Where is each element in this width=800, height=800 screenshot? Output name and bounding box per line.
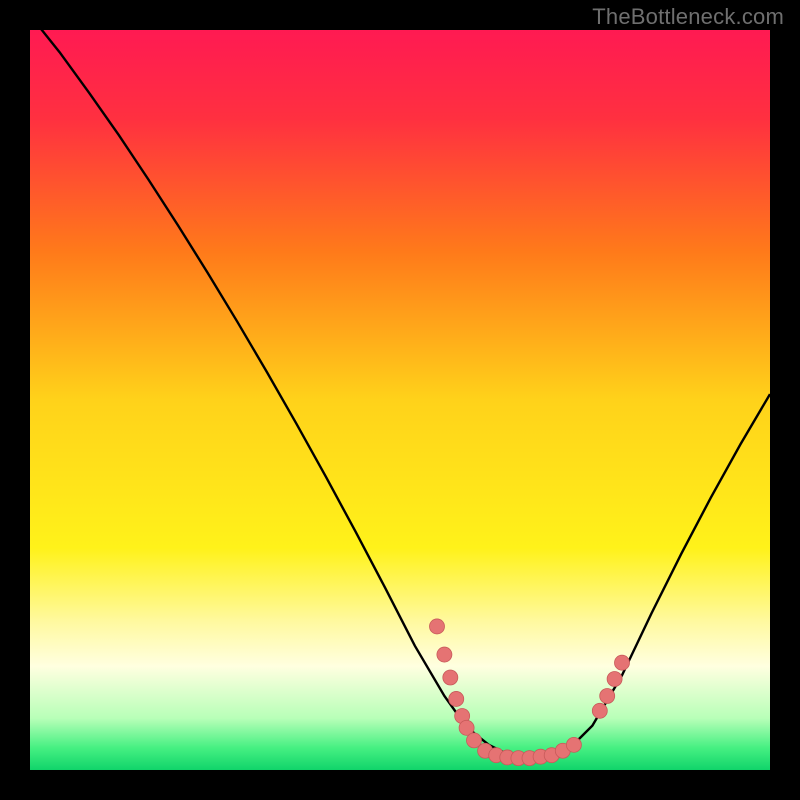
data-dot (437, 647, 452, 662)
data-dot (449, 691, 464, 706)
data-dot (430, 619, 445, 634)
data-dot (566, 737, 581, 752)
data-dot (600, 689, 615, 704)
chart-svg (30, 30, 770, 770)
data-dot (443, 670, 458, 685)
gradient-rect (30, 30, 770, 770)
chart-frame: TheBottleneck.com (0, 0, 800, 800)
data-dot (607, 671, 622, 686)
watermark-text: TheBottleneck.com (592, 4, 784, 30)
data-dot (592, 703, 607, 718)
plot-area (30, 30, 770, 770)
data-dot (615, 655, 630, 670)
